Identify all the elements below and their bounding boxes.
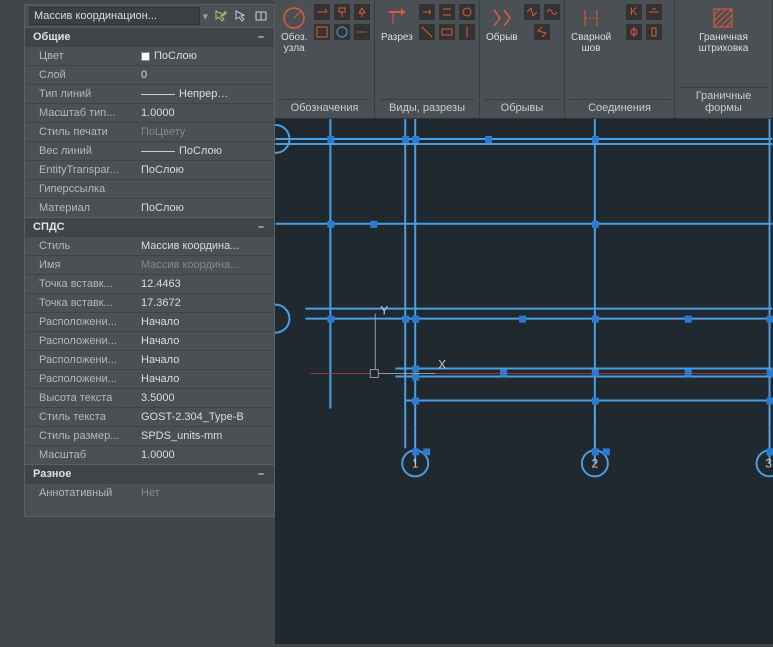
section-icon — [385, 6, 409, 30]
view-misc-icon[interactable] — [459, 24, 475, 40]
section-common-header[interactable]: Общие – — [25, 27, 274, 46]
break-zig-icon[interactable] — [534, 24, 550, 40]
prop-transparency[interactable]: ПоСлою — [137, 164, 274, 176]
ribbon-toolbar: Обоз. узла Обозначения Разрез — [275, 0, 773, 118]
cursor-plus-icon — [214, 9, 228, 23]
prop-spds-tstyle[interactable]: GOST-2.304_Type-B — [137, 411, 274, 423]
break-line-icon[interactable] — [524, 4, 540, 20]
view-arrow2-icon[interactable] — [439, 4, 455, 20]
break-icon — [490, 6, 514, 30]
prop-spds-loc1[interactable]: Начало — [137, 316, 274, 328]
axis-bubble-3: 3 — [765, 456, 772, 470]
svg-text:X: X — [438, 358, 446, 372]
change-icon[interactable] — [334, 24, 350, 40]
position-icon[interactable] — [334, 4, 350, 20]
ribbon-group-oboznach: Обоз. узла Обозначения — [275, 0, 375, 118]
axis-bubble-2: 2 — [592, 456, 599, 470]
weld-button[interactable]: Сварной шов — [569, 4, 613, 97]
prop-color[interactable]: ПоСлою — [137, 50, 274, 62]
cursor-icon — [234, 9, 248, 23]
elev-icon[interactable] — [459, 4, 475, 20]
section-button[interactable]: Разрез — [379, 4, 415, 97]
select-objects-button[interactable] — [232, 7, 250, 25]
prop-annotative: Нет — [137, 487, 274, 499]
object-type-select[interactable]: Массив координацион... — [29, 7, 200, 25]
prop-lineweight[interactable]: ПоСлою — [137, 145, 274, 157]
panel-header: Массив координацион... ▾ — [25, 5, 274, 27]
weld-k-icon[interactable]: K — [626, 4, 642, 20]
prop-ltscale[interactable]: 1.0000 — [137, 107, 274, 119]
bolt-icon[interactable] — [626, 24, 642, 40]
properties-panel: Массив координацион... ▾ Общие – ЦветПоС… — [24, 4, 275, 517]
mark-icon[interactable] — [314, 4, 330, 20]
svg-text:Y: Y — [380, 304, 388, 318]
prop-material[interactable]: ПоСлою — [137, 202, 274, 214]
section-misc-header[interactable]: Разное – — [25, 464, 274, 483]
weld-joint-icon[interactable] — [646, 4, 662, 20]
prop-plotstyle: ПоЦвету — [137, 126, 274, 138]
node-designation-icon — [282, 6, 306, 30]
prop-spds-name: Массив координа... — [137, 259, 274, 271]
break-wave-icon[interactable] — [544, 4, 560, 20]
prop-spds-loc4[interactable]: Начало — [137, 373, 274, 385]
view-line-icon[interactable] — [419, 24, 435, 40]
prop-layer[interactable]: 0 — [137, 69, 274, 81]
collapse-icon: – — [256, 31, 266, 43]
break-button[interactable]: Обрыв — [484, 4, 520, 97]
axis-mark-icon[interactable] — [354, 24, 370, 40]
hatch-button[interactable]: Граничная штриховка — [697, 4, 751, 85]
fragment-icon[interactable] — [314, 24, 330, 40]
prop-spds-insy[interactable]: 17.3672 — [137, 297, 274, 309]
rivet-icon[interactable] — [646, 24, 662, 40]
prop-spds-theight[interactable]: 3.5000 — [137, 392, 274, 404]
section-spds-header[interactable]: СПДС – — [25, 217, 274, 236]
prop-spds-loc3[interactable]: Начало — [137, 354, 274, 366]
prop-spds-loc2[interactable]: Начало — [137, 335, 274, 347]
weld-icon — [579, 6, 603, 30]
hatch-icon — [711, 6, 735, 30]
ribbon-group-obryvy: Обрыв Обрывы — [480, 0, 565, 118]
ribbon-group-gran: Граничная штриховка Граничные формы — [675, 0, 773, 118]
prop-linetype[interactable]: Непрер… — [137, 88, 274, 100]
toggle-pickadd-button[interactable] — [252, 7, 270, 25]
line-sample-icon — [141, 151, 175, 152]
quick-select-button[interactable] — [212, 7, 230, 25]
drawing-canvas[interactable]: 1 2 3 X Y — [275, 118, 773, 644]
collapse-icon: – — [256, 468, 266, 480]
prop-spds-scale[interactable]: 1.0000 — [137, 449, 274, 461]
prop-spds-dimstyle[interactable]: SPDS_units-mm — [137, 430, 274, 442]
collapse-icon: – — [256, 221, 266, 233]
view-rect-icon[interactable] — [439, 24, 455, 40]
ribbon-group-vidy: Разрез Виды, разрезы — [375, 0, 480, 118]
ribbon-group-soed: Сварной шов K Соединения — [565, 0, 675, 118]
view-arrow-icon[interactable] — [419, 4, 435, 20]
prop-spds-style[interactable]: Массив координа... — [137, 240, 274, 252]
color-swatch-icon — [141, 52, 150, 61]
prop-spds-insx[interactable]: 12.4463 — [137, 278, 274, 290]
line-sample-icon — [141, 94, 175, 95]
level-icon[interactable] — [354, 4, 370, 20]
node-designation-button[interactable]: Обоз. узла — [279, 4, 309, 97]
toggle-icon — [254, 9, 268, 23]
axis-bubble-1: 1 — [412, 456, 419, 470]
